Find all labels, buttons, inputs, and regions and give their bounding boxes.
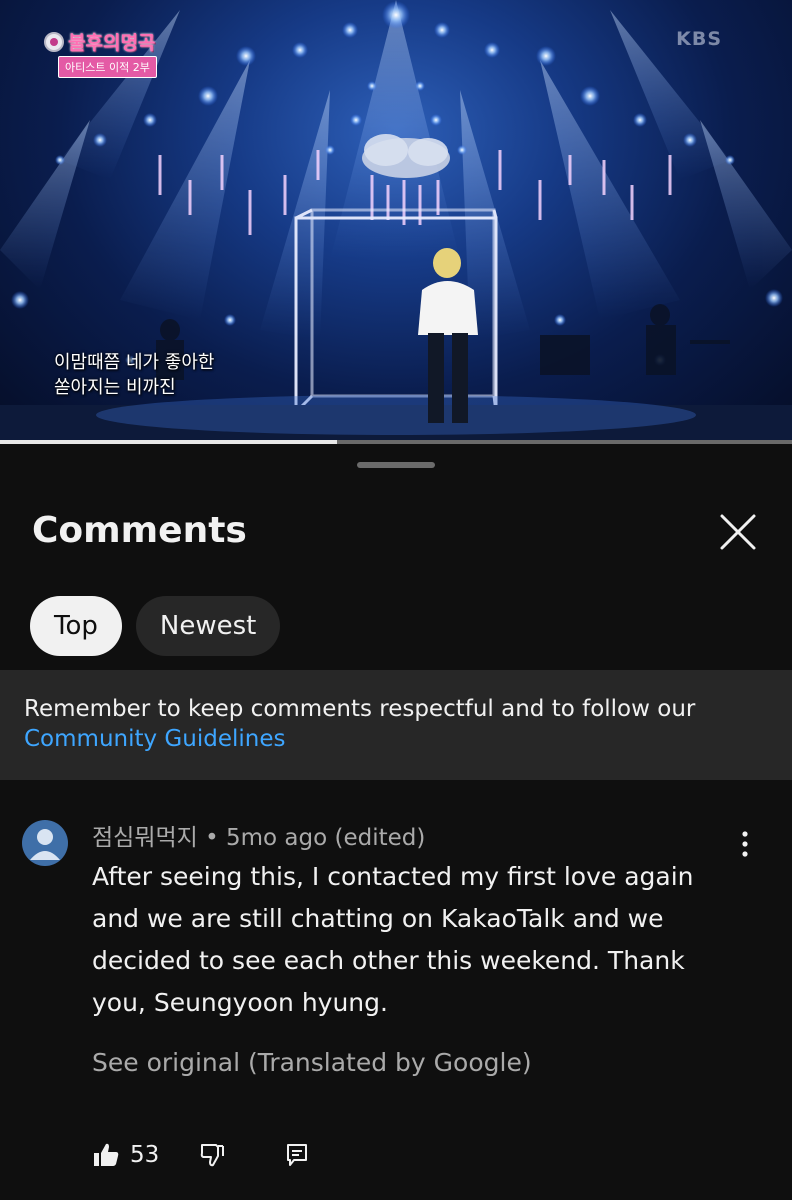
- video-caption: 이맘때쯤 네가 좋아한 쏟아지는 비까진: [54, 350, 214, 400]
- community-guidelines-link[interactable]: Community Guidelines: [24, 724, 768, 754]
- caption-line: 쏟아지는 비까진: [54, 377, 176, 398]
- notice-text: Remember to keep comments respectful and…: [24, 696, 696, 722]
- sort-chips: Top Newest: [30, 596, 281, 656]
- avatar-icon: [30, 829, 60, 860]
- reply-button[interactable]: [285, 1142, 309, 1168]
- see-original-link[interactable]: See original (Translated by Google): [92, 1048, 532, 1077]
- dislike-button[interactable]: [199, 1142, 225, 1168]
- comments-title: Comments: [32, 510, 247, 551]
- comment-meta: 점심뭐먹지 • 5mo ago (edited): [92, 818, 425, 852]
- comments-sheet: Comments Top Newest Remember to keep com…: [0, 446, 792, 1200]
- thumbs-up-icon: [94, 1143, 119, 1166]
- progress-played: [0, 440, 337, 444]
- comment-actions: 53: [92, 1142, 309, 1168]
- show-logo-text: 불후의명곡: [68, 32, 156, 54]
- channel-watermark: KBS: [676, 28, 722, 50]
- close-icon: [720, 514, 756, 550]
- comment-item: 점심뭐먹지 • 5mo ago (edited) After seeing th…: [0, 780, 792, 1200]
- show-episode-label: 아티스트 이적 2부: [58, 56, 157, 78]
- chip-top[interactable]: Top: [30, 596, 122, 656]
- close-button[interactable]: [716, 510, 760, 554]
- thumbs-down-icon: [201, 1144, 225, 1167]
- show-logo: 불후의명곡: [44, 28, 155, 55]
- drag-handle[interactable]: [357, 462, 435, 468]
- video-progress-bar[interactable]: [0, 440, 792, 444]
- comment-text: After seeing this, I contacted my first …: [92, 862, 694, 1017]
- reply-icon: [287, 1144, 308, 1166]
- meta-separator: •: [205, 825, 219, 851]
- chip-newest[interactable]: Newest: [135, 596, 281, 656]
- like-button[interactable]: 53: [92, 1142, 159, 1168]
- logo-badge-icon: [44, 31, 64, 52]
- comment-author[interactable]: 점심뭐먹지: [92, 825, 198, 851]
- video-player[interactable]: 불후의명곡 아티스트 이적 2부 KBS 이맘때쯤 네가 좋아한 쏟아지는 비까…: [0, 0, 792, 442]
- caption-line: 이맘때쯤 네가 좋아한: [54, 352, 215, 373]
- like-count: 53: [130, 1142, 160, 1168]
- community-notice: Remember to keep comments respectful and…: [0, 670, 792, 780]
- comment-time: 5mo ago (edited): [226, 825, 426, 851]
- avatar[interactable]: [22, 820, 68, 866]
